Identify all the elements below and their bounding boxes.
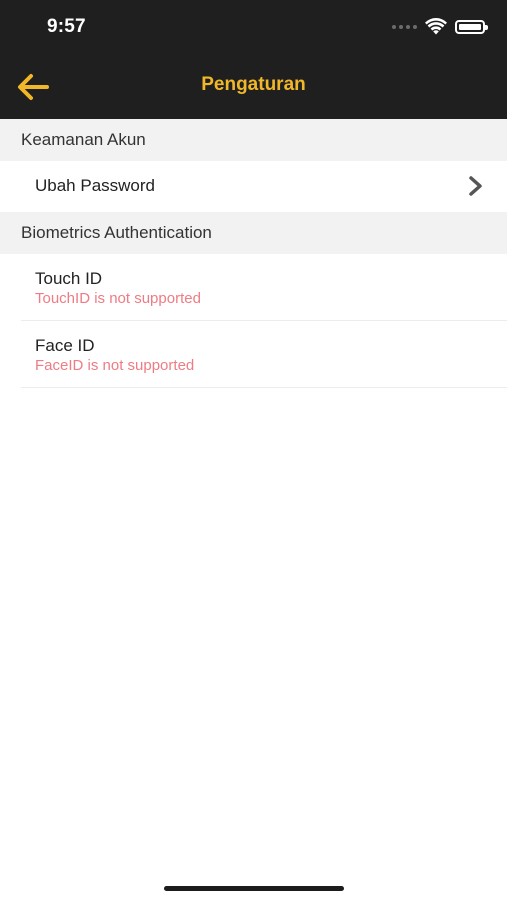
face-id-title: Face ID (35, 336, 95, 355)
touch-id-title: Touch ID (35, 269, 103, 288)
status-icons (392, 17, 488, 37)
face-id-status: FaceID is not supported (35, 357, 195, 374)
page-title: Pengaturan (201, 74, 306, 95)
section-header-biometrics: Biometrics Authentication (0, 212, 507, 254)
row-title: Ubah Password (35, 176, 156, 195)
signal-icon (392, 25, 417, 29)
wifi-icon (425, 18, 447, 35)
touch-id-status: TouchID is not supported (35, 290, 201, 307)
change-password-row[interactable]: Ubah Password (0, 161, 507, 212)
home-indicator[interactable] (164, 886, 344, 891)
battery-icon (455, 20, 488, 34)
touch-id-row[interactable]: Touch ID TouchID is not supported (0, 254, 507, 321)
app-header: 9:57 Pengaturan (0, 0, 507, 119)
status-time: 9:57 (47, 16, 86, 37)
face-id-row[interactable]: Face ID FaceID is not supported (0, 321, 507, 387)
screen: 9:57 Pengaturan Keamanan Akun Ubah Passw… (0, 0, 507, 900)
row-divider (21, 387, 507, 388)
chevron-right-icon (469, 176, 482, 196)
section-header-account-security: Keamanan Akun (0, 119, 507, 161)
